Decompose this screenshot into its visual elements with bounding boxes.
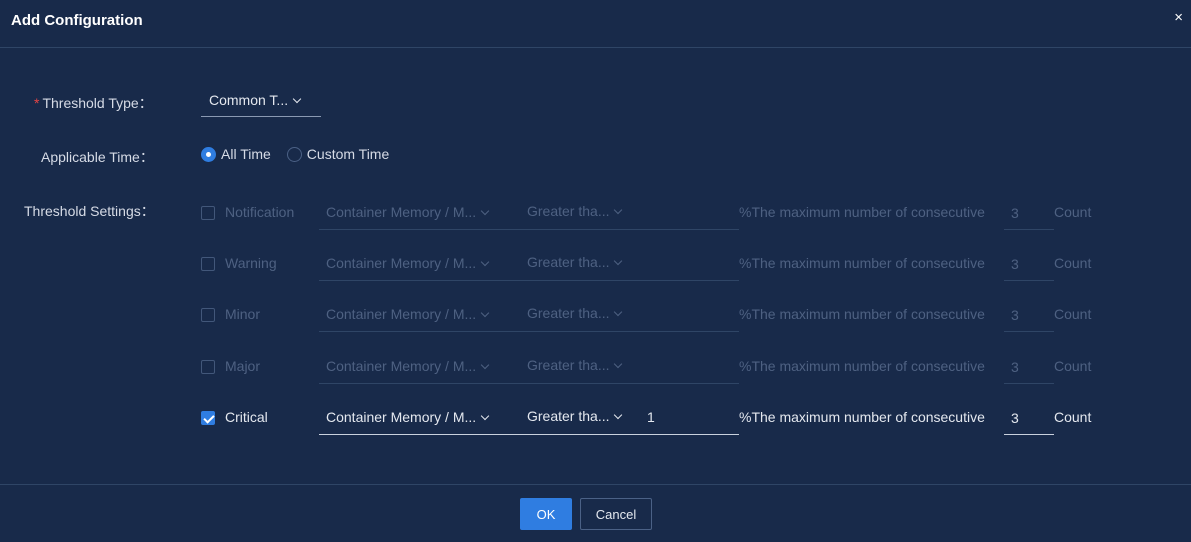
ok-button[interactable]: OK (520, 498, 572, 530)
row-underline (319, 229, 739, 230)
operator-value: Greater tha... (527, 408, 610, 424)
level-checkbox[interactable] (201, 360, 215, 374)
metric-value: Container Memory / M... (326, 409, 477, 425)
operator-select[interactable]: Greater tha... (519, 196, 637, 229)
level-checkbox[interactable] (201, 257, 215, 271)
consecutive-count-input[interactable]: 3 (1004, 196, 1054, 230)
consecutive-description: %The maximum number of consecutive (739, 204, 985, 220)
metric-select[interactable]: Container Memory / M... (319, 247, 519, 280)
operator-select[interactable]: Greater tha... (519, 401, 637, 434)
metric-value: Container Memory / M... (326, 306, 477, 322)
row-underline (319, 383, 739, 384)
cancel-button[interactable]: Cancel (580, 498, 652, 530)
threshold-settings-label: Threshold Settings： (24, 203, 155, 219)
threshold-value-input[interactable] (637, 196, 739, 229)
metric-select[interactable]: Container Memory / M... (319, 350, 519, 383)
chevron-down-icon (614, 410, 623, 420)
chevron-down-icon (480, 206, 490, 216)
radio-custom-time-label: Custom Time (306, 146, 390, 162)
chevron-down-icon (480, 257, 490, 267)
count-unit-label: Count (1054, 306, 1092, 322)
threshold-row-warning: Warning Container Memory / M... Greater th… (201, 247, 1101, 287)
level-label: Minor (225, 306, 261, 322)
level-label: Warning (225, 255, 277, 271)
level-label: Major (225, 358, 261, 374)
consecutive-count-input[interactable]: 3 (1004, 350, 1054, 384)
level-checkbox[interactable] (201, 308, 215, 322)
threshold-row-minor: Minor Container Memory / M... Greater tha.… (201, 298, 1101, 338)
consecutive-description: %The maximum number of consecutive (739, 409, 985, 425)
chevron-down-icon (614, 256, 623, 266)
threshold-value-input[interactable] (637, 298, 739, 331)
chevron-down-icon (480, 411, 490, 421)
level-label: Notification (225, 204, 295, 220)
row-underline (319, 434, 739, 435)
operator-value: Greater tha... (527, 254, 610, 270)
row-underline (319, 331, 739, 332)
radio-all-time[interactable]: All Time (201, 146, 271, 162)
threshold-type-label: * Threshold Type： (34, 95, 153, 111)
operator-value: Greater tha... (527, 357, 610, 373)
row-underline (319, 280, 739, 281)
close-icon[interactable]: × (1174, 10, 1183, 26)
dialog-header: Add Configuration × (0, 0, 1191, 48)
operator-select[interactable]: Greater tha... (519, 298, 637, 331)
operator-value: Greater tha... (527, 203, 610, 219)
metric-select[interactable]: Container Memory / M... (319, 298, 519, 331)
radio-all-time-indicator[interactable] (201, 146, 216, 162)
chevron-down-icon (614, 359, 623, 369)
threshold-type-select[interactable]: Common T... (201, 86, 321, 117)
threshold-value-input[interactable] (637, 247, 739, 280)
operator-select[interactable]: Greater tha... (519, 350, 637, 383)
consecutive-description: %The maximum number of consecutive (739, 358, 985, 374)
threshold-value-input[interactable] (637, 350, 739, 383)
chevron-down-icon (292, 94, 302, 104)
metric-select[interactable]: Container Memory / M... (319, 196, 519, 229)
chevron-down-icon (614, 205, 623, 215)
applicable-time-radio-group: All Time Custom Time (201, 146, 405, 162)
consecutive-count-input[interactable]: 3 (1004, 247, 1054, 281)
dialog-footer: OK Cancel (0, 484, 1191, 542)
metric-value: Container Memory / M... (326, 255, 477, 271)
radio-all-time-label: All Time (221, 146, 271, 162)
level-label: Critical (225, 409, 268, 425)
chevron-down-icon (480, 360, 490, 370)
level-checkbox[interactable] (201, 411, 215, 425)
count-unit-label: Count (1054, 255, 1092, 271)
radio-custom-time[interactable]: Custom Time (286, 146, 390, 162)
dialog-title: Add Configuration (11, 12, 143, 29)
consecutive-count-input[interactable]: 3 (1004, 401, 1054, 435)
consecutive-count-input[interactable]: 3 (1004, 298, 1054, 332)
threshold-type-value: Common T... (209, 92, 289, 108)
applicable-time-label: Applicable Time： (41, 149, 154, 165)
threshold-value-input[interactable]: 1 (637, 401, 739, 434)
chevron-down-icon (614, 307, 623, 317)
consecutive-description: %The maximum number of consecutive (739, 306, 985, 322)
operator-value: Greater tha... (527, 305, 610, 321)
add-configuration-dialog: Add Configuration × * Threshold Type： Com… (0, 0, 1191, 542)
threshold-row-critical: Critical Container Memory / M... Greater t… (201, 401, 1101, 441)
metric-value: Container Memory / M... (326, 204, 477, 220)
count-unit-label: Count (1054, 409, 1092, 425)
metric-select[interactable]: Container Memory / M... (319, 401, 519, 434)
level-checkbox[interactable] (201, 206, 215, 220)
count-unit-label: Count (1054, 204, 1092, 220)
threshold-row-major: Major Container Memory / M... Greater tha.… (201, 350, 1101, 390)
required-marker: * (34, 95, 40, 111)
threshold-row-notification: Notification Container Memory / M... Great… (201, 196, 1101, 236)
radio-custom-time-indicator[interactable] (286, 146, 302, 162)
operator-select[interactable]: Greater tha... (519, 247, 637, 280)
chevron-down-icon (480, 308, 490, 318)
metric-value: Container Memory / M... (326, 358, 477, 374)
consecutive-description: %The maximum number of consecutive (739, 255, 985, 271)
count-unit-label: Count (1054, 358, 1092, 374)
